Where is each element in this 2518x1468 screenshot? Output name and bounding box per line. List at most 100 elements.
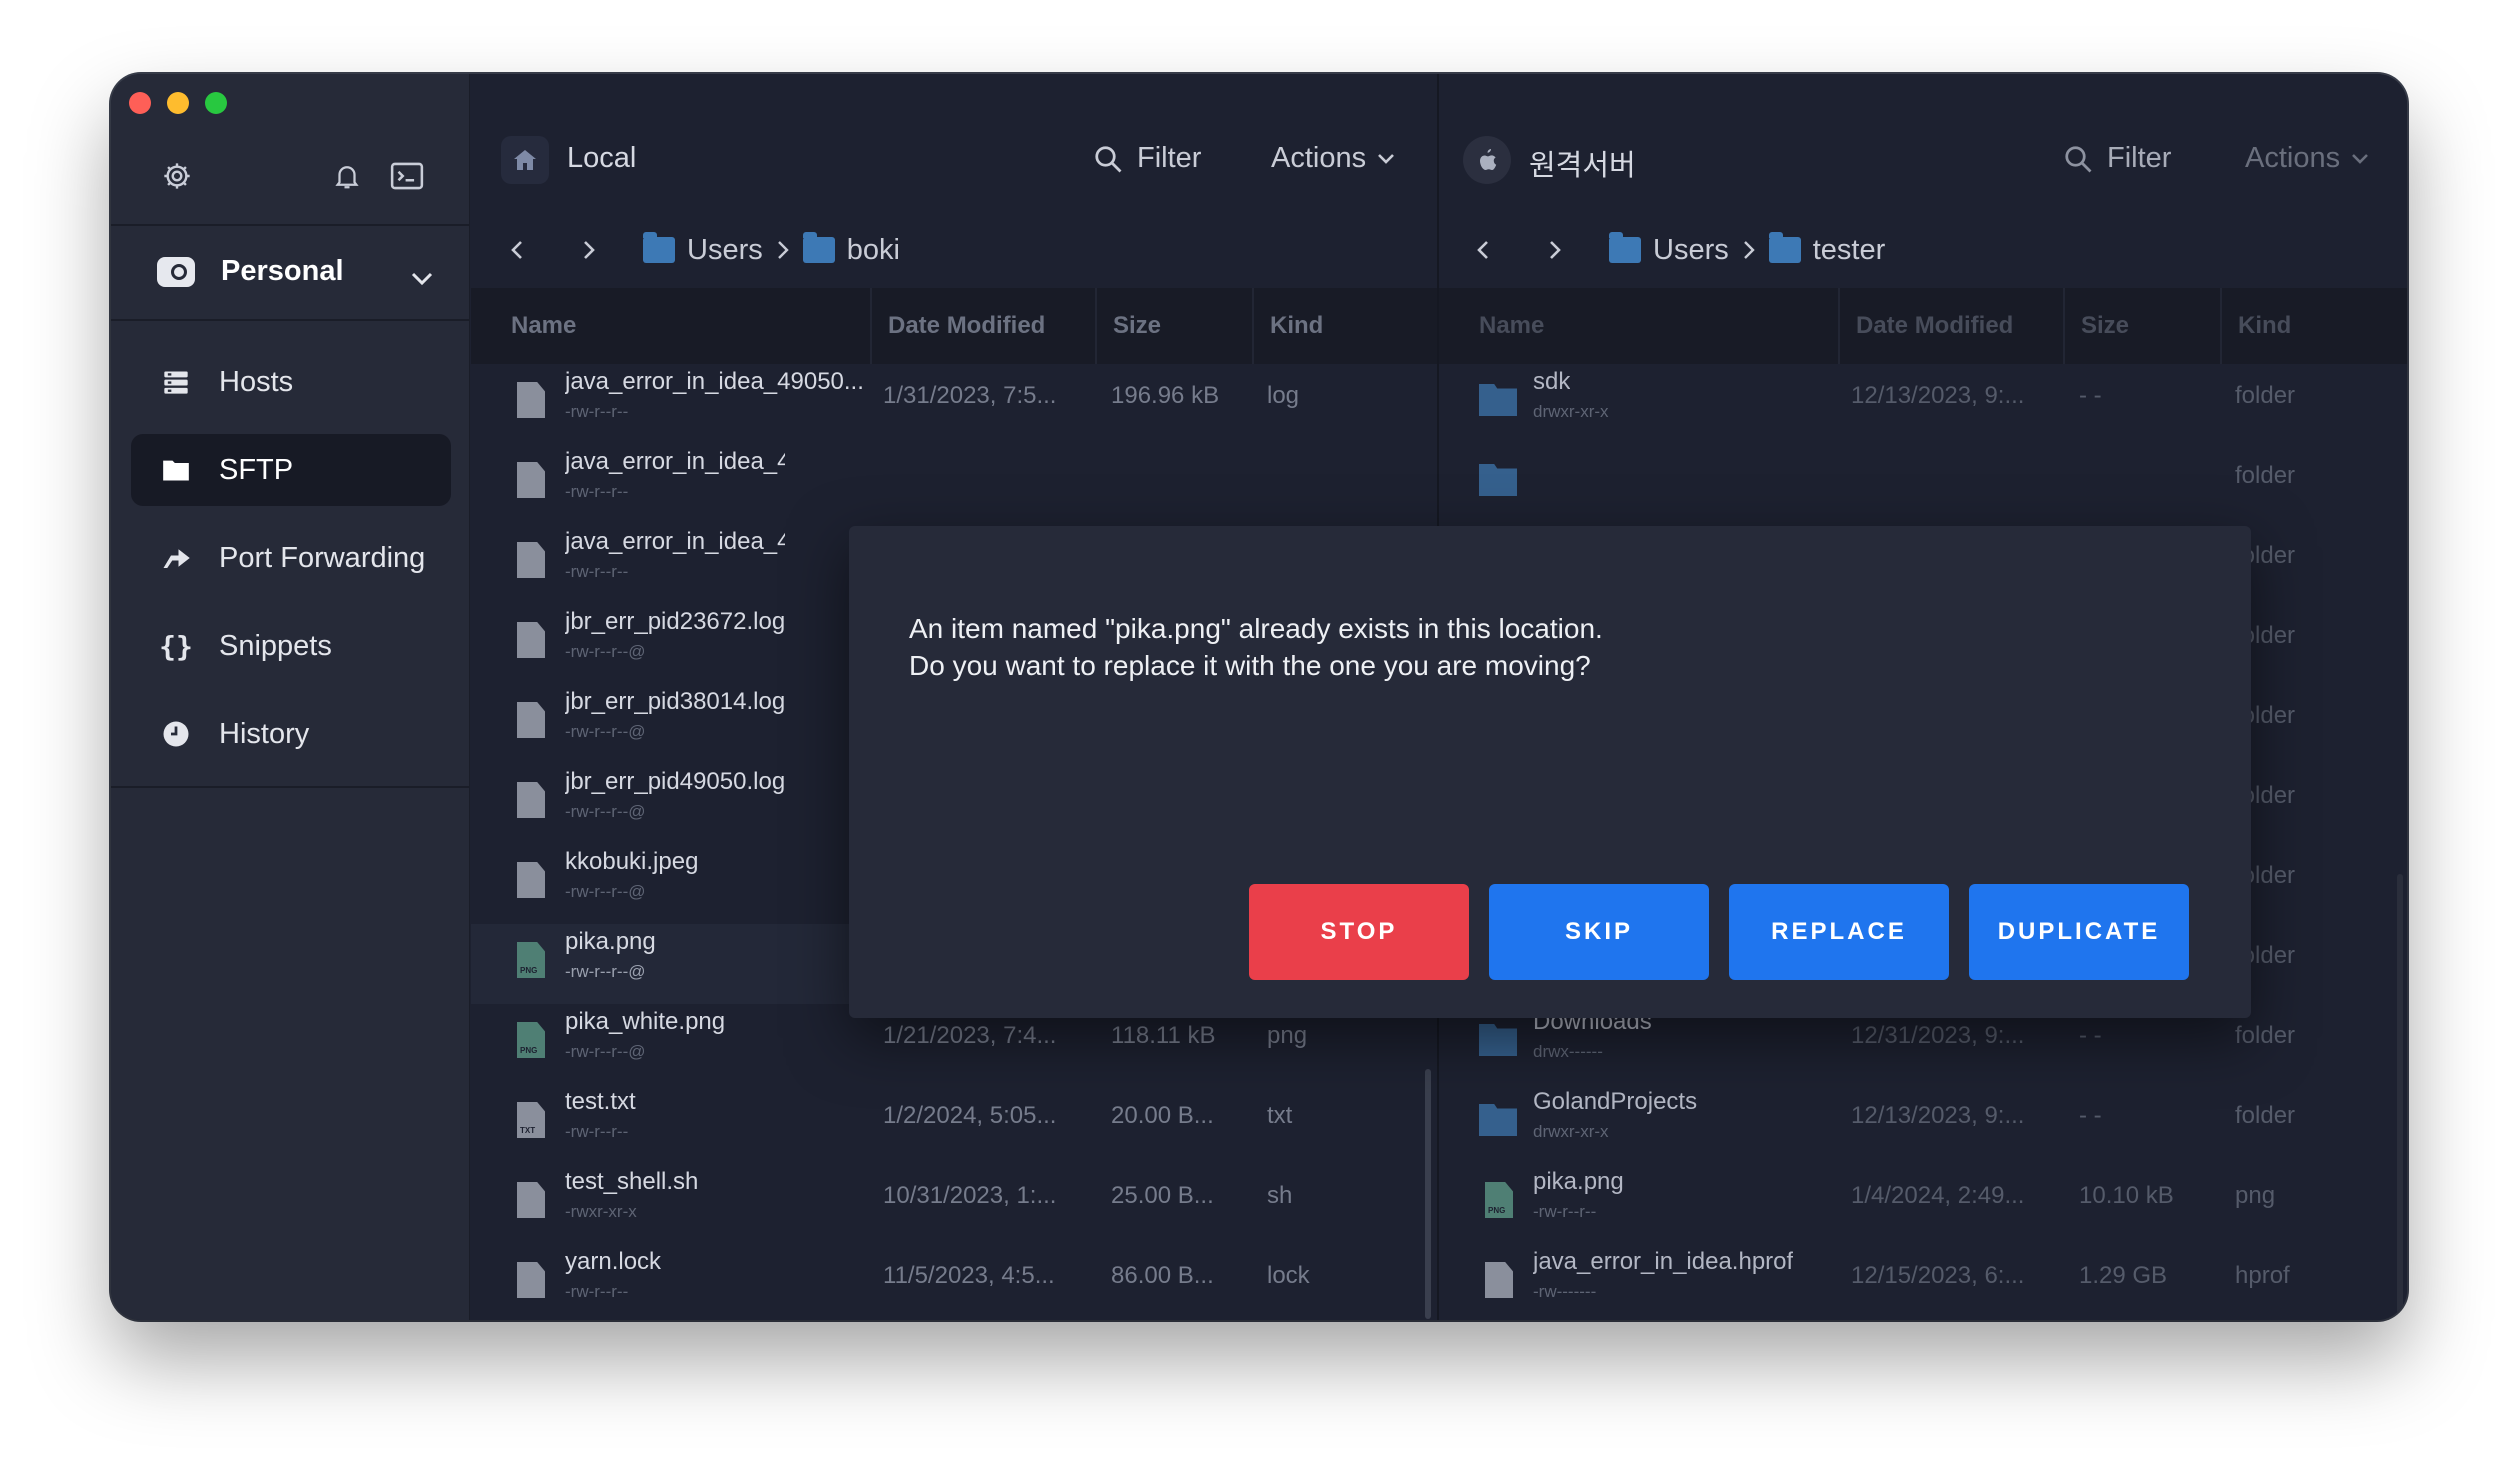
forward-button[interactable] bbox=[1535, 239, 1575, 261]
file-date: 12/15/2023, 6:... bbox=[1851, 1262, 2025, 1289]
replace-button[interactable]: REPLACE bbox=[1729, 884, 1949, 980]
file-size: 20.00 B... bbox=[1111, 1102, 1214, 1129]
file-permissions: -rw------- bbox=[1533, 1282, 1597, 1301]
file-row[interactable]: GolandProjects drwxr-xr-x 12/13/2023, 9:..… bbox=[1439, 1084, 2407, 1164]
column-size[interactable]: Size bbox=[2063, 288, 2220, 364]
sidebar-item-label: SFTP bbox=[219, 453, 294, 486]
actions-menu[interactable]: Actions bbox=[1271, 142, 1396, 175]
column-date-modified[interactable]: Date Modified bbox=[870, 288, 1095, 364]
file-row[interactable]: sdk drwxr-xr-x 12/13/2023, 9:... - - folder bbox=[1439, 364, 2407, 444]
sidebar-item-hosts[interactable]: Hosts bbox=[131, 346, 451, 418]
sidebar: Personal Hosts SFTP Port Forwarding {} S… bbox=[111, 74, 470, 1320]
file-name: java_error_in_idea_49051.log bbox=[565, 528, 785, 555]
file-size: 25.00 B... bbox=[1111, 1182, 1214, 1209]
file-kind: lock bbox=[1267, 1262, 1310, 1289]
file-row[interactable]: test_shell.sh -rwxr-xr-x 10/31/2023, 1:...… bbox=[471, 1164, 1437, 1244]
breadcrumb-label: Users bbox=[687, 233, 763, 266]
filter-button[interactable]: Filter bbox=[2063, 142, 2171, 175]
file-row[interactable]: java_error_in_idea_49050.log -rw-r--r-- bbox=[471, 444, 1437, 524]
column-name[interactable]: Name bbox=[495, 288, 870, 364]
duplicate-button[interactable]: DUPLICATE bbox=[1969, 884, 2189, 980]
file-permissions: drwx------ bbox=[1533, 1042, 1603, 1061]
home-icon bbox=[501, 136, 549, 184]
file-permissions: -rw-r--r-- bbox=[565, 1122, 629, 1141]
breadcrumb-label: tester bbox=[1812, 233, 1886, 266]
terminal-icon[interactable] bbox=[387, 156, 427, 196]
file-permissions: -rw-r--r--@ bbox=[565, 1042, 646, 1061]
file-kind: hprof bbox=[2235, 1262, 2290, 1289]
file-icon: TXT bbox=[517, 1102, 545, 1138]
pane-header: Local Filter Actions bbox=[471, 132, 1437, 188]
file-size: 118.11 kB bbox=[1111, 1022, 1216, 1049]
file-row[interactable]: yarn.lock -rw-r--r-- 11/5/2023, 4:5... 86.0… bbox=[471, 1244, 1437, 1320]
scrollbar[interactable] bbox=[1425, 1069, 1431, 1319]
folder-icon bbox=[159, 453, 193, 487]
file-kind: log bbox=[1267, 382, 1300, 409]
breadcrumb-item[interactable]: boki bbox=[802, 232, 900, 267]
file-row[interactable]: TXT test.txt -rw-r--r-- 1/2/2024, 5:05... 20… bbox=[471, 1084, 1437, 1164]
maximize-window-button[interactable] bbox=[205, 92, 227, 114]
sidebar-item-label: Snippets bbox=[219, 629, 332, 662]
close-window-button[interactable] bbox=[129, 92, 151, 114]
column-date-modified[interactable]: Date Modified bbox=[1838, 288, 2063, 364]
file-size: - - bbox=[2079, 1102, 2102, 1129]
search-icon bbox=[2065, 145, 2092, 172]
stop-button[interactable]: STOP bbox=[1249, 884, 1469, 980]
breadcrumb-item[interactable]: Users bbox=[1609, 232, 1729, 267]
file-size: 196.96 kB bbox=[1111, 382, 1220, 409]
sidebar-item-snippets[interactable]: {} Snippets bbox=[131, 610, 451, 682]
file-name: jbr_err_pid23672.log bbox=[565, 608, 785, 635]
divider bbox=[111, 786, 469, 788]
back-button[interactable] bbox=[1463, 239, 1503, 261]
dialog-buttons: STOP SKIP REPLACE DUPLICATE bbox=[1249, 884, 2189, 980]
file-row[interactable]: PNG pika.png -rw-r--r-- 1/4/2024, 2:49... 10… bbox=[1439, 1164, 2407, 1244]
column-kind[interactable]: Kind bbox=[1252, 288, 1437, 364]
file-name: pika.png bbox=[1533, 1168, 1624, 1195]
sidebar-item-history[interactable]: History bbox=[131, 698, 451, 770]
file-size: 10.10 kB bbox=[2079, 1182, 2174, 1209]
sidebar-item-label: Port Forwarding bbox=[219, 541, 426, 574]
dialog-message: An item named "pika.png" already exists … bbox=[909, 610, 1603, 684]
breadcrumb-label: Users bbox=[1653, 233, 1729, 266]
column-name[interactable]: Name bbox=[1463, 288, 1838, 364]
forward-button[interactable] bbox=[569, 239, 609, 261]
breadcrumb-item[interactable]: Users bbox=[643, 232, 763, 267]
file-name: jbr_err_pid38014.log bbox=[565, 688, 785, 715]
file-name: GolandProjects bbox=[1533, 1088, 1698, 1115]
file-icon bbox=[517, 702, 545, 738]
column-kind[interactable]: Kind bbox=[2220, 288, 2407, 364]
minimize-window-button[interactable] bbox=[167, 92, 189, 114]
file-permissions: -rw-r--r--@ bbox=[565, 962, 646, 981]
skip-button[interactable]: SKIP bbox=[1489, 884, 1709, 980]
file-size: - - bbox=[2079, 1022, 2102, 1049]
filter-button[interactable]: Filter bbox=[1093, 142, 1201, 175]
file-size: 1.29 GB bbox=[2079, 1262, 2168, 1289]
actions-label: Actions bbox=[1271, 142, 1367, 174]
column-size[interactable]: Size bbox=[1095, 288, 1252, 364]
actions-label: Actions bbox=[2245, 142, 2341, 174]
file-name: jbr_err_pid49050.log bbox=[565, 768, 785, 795]
vault-selector[interactable]: Personal bbox=[111, 224, 469, 319]
file-permissions: -rwxr-xr-x bbox=[565, 1202, 637, 1221]
breadcrumb: Users boki bbox=[471, 226, 1437, 274]
scrollbar[interactable] bbox=[2397, 874, 2403, 1314]
search-icon bbox=[1095, 145, 1122, 172]
file-row[interactable]: folder bbox=[1439, 444, 2407, 524]
pane-title: Local bbox=[567, 142, 637, 174]
file-row[interactable]: java_error_in_idea_49050... -rw-r--r-- 1/3… bbox=[471, 364, 1437, 444]
breadcrumb-item[interactable]: tester bbox=[1768, 232, 1886, 267]
file-kind: folder bbox=[2235, 1102, 2296, 1129]
sidebar-item-port-forwarding[interactable]: Port Forwarding bbox=[131, 522, 451, 594]
sidebar-item-sftp[interactable]: SFTP bbox=[131, 434, 451, 506]
file-kind: folder bbox=[2235, 382, 2296, 409]
actions-menu[interactable]: Actions bbox=[2245, 142, 2370, 175]
file-row[interactable]: java_error_in_idea.hprof -rw------- 12/15/… bbox=[1439, 1244, 2407, 1320]
folder-icon bbox=[1479, 1104, 1517, 1136]
sidebar-nav: Hosts SFTP Port Forwarding {} Snippets H… bbox=[131, 346, 451, 786]
app-window: Personal Hosts SFTP Port Forwarding {} S… bbox=[111, 74, 2407, 1320]
file-date: 12/31/2023, 9:... bbox=[1851, 1022, 2025, 1049]
file-icon bbox=[517, 782, 545, 818]
back-button[interactable] bbox=[497, 239, 537, 261]
bell-icon[interactable] bbox=[327, 156, 367, 196]
gear-icon[interactable] bbox=[157, 156, 197, 196]
